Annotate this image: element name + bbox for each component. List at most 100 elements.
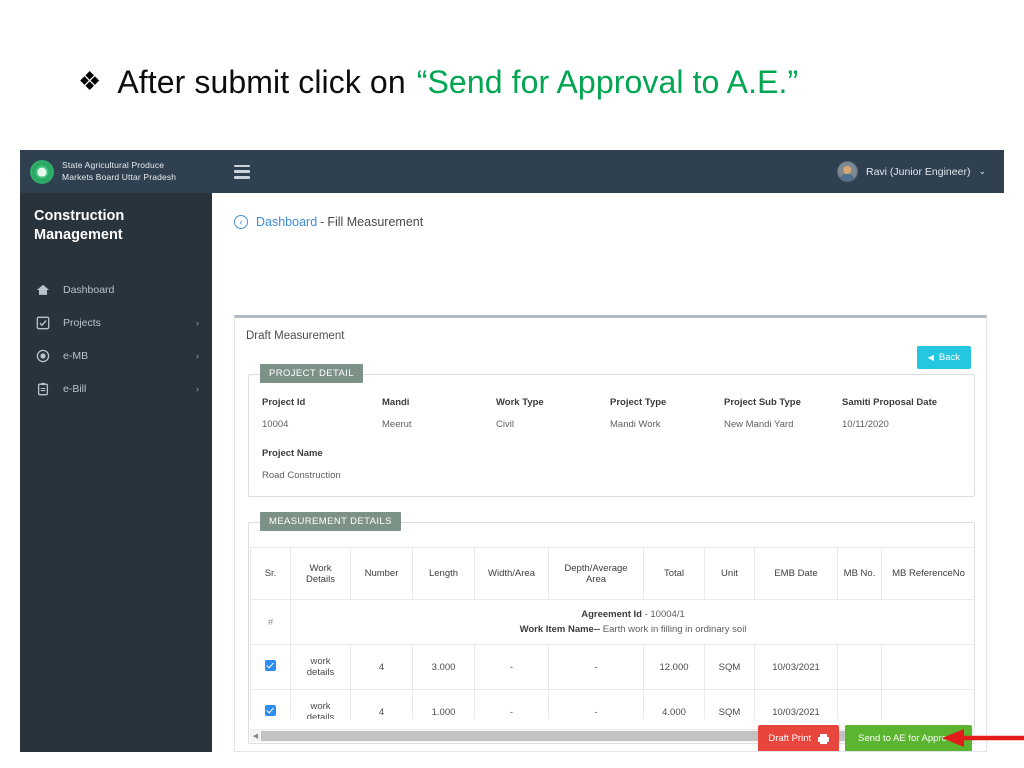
brand-block: State Agricultural Produce Markets Board… bbox=[20, 150, 212, 193]
sidebar-item-dashboard[interactable]: Dashboard bbox=[20, 273, 212, 306]
measurement-table: Sr. Work Details Number Length Width/Are… bbox=[250, 547, 975, 719]
card-title: Draft Measurement bbox=[246, 330, 345, 342]
cell-depth-average-area: - bbox=[548, 689, 644, 719]
row-checkbox-cell[interactable] bbox=[250, 689, 291, 719]
sidebar-title: Construction Management bbox=[20, 207, 212, 245]
draft-measurement-card: Draft Measurement ◀ Back PROJECT DETAIL … bbox=[234, 315, 987, 752]
table-header-row: Sr. Work Details Number Length Width/Are… bbox=[250, 547, 975, 600]
sidebar-item-projects[interactable]: Projects › bbox=[20, 306, 212, 339]
slide-heading: ❖ After submit click on “Send for Approv… bbox=[78, 56, 968, 108]
bullet-icon: ❖ bbox=[78, 66, 102, 96]
table-row: work details 4 3.000 - - 12.000 SQM 10/0… bbox=[250, 644, 975, 690]
application-window: State Agricultural Produce Markets Board… bbox=[20, 150, 1004, 752]
scroll-left-arrow-icon[interactable]: ◀ bbox=[250, 732, 261, 740]
detail-label: Samiti Proposal Date bbox=[842, 397, 938, 408]
detail-value: New Mandi Yard bbox=[724, 419, 794, 430]
chevron-right-icon: › bbox=[196, 317, 199, 328]
cell-number: 4 bbox=[350, 689, 413, 719]
main-content: ‹ Dashboard - Fill Measurement Draft Mea… bbox=[212, 193, 1004, 752]
chevron-right-icon: › bbox=[196, 350, 199, 361]
cell-number: 4 bbox=[350, 644, 413, 690]
sidebar-item-label: Dashboard bbox=[63, 283, 115, 296]
draft-print-button[interactable]: Draft Print bbox=[758, 725, 840, 751]
column-header-width-area: Width/Area bbox=[474, 547, 549, 600]
agreement-id-line: Agreement Id - 10004/1 bbox=[296, 607, 970, 622]
detail-field-project-sub-type: Project Sub Type New Mandi Yard bbox=[724, 397, 842, 430]
sidebar-item-e-bill[interactable]: e-Bill › bbox=[20, 372, 212, 405]
column-header-mb-reference-no: MB ReferenceNo bbox=[881, 547, 975, 600]
hamburger-icon[interactable] bbox=[234, 164, 250, 179]
clipboard-icon bbox=[35, 381, 50, 396]
detail-label: Mandi bbox=[382, 397, 410, 408]
draft-print-label: Draft Print bbox=[768, 733, 812, 744]
cell-depth-average-area: - bbox=[548, 644, 644, 690]
cell-unit: SQM bbox=[704, 689, 755, 719]
sidebar-item-label: e-Bill bbox=[63, 382, 87, 395]
sidebar-item-e-mb[interactable]: e-MB › bbox=[20, 339, 212, 372]
cell-length: 1.000 bbox=[412, 689, 475, 719]
chevron-down-icon: ⌄ bbox=[978, 166, 986, 176]
cell-width-area: - bbox=[474, 644, 549, 690]
work-item-name-line: Work Item Name-- Earth work in filling i… bbox=[296, 622, 970, 637]
back-button[interactable]: ◀ Back bbox=[916, 346, 971, 369]
back-arrow-icon[interactable]: ‹ bbox=[234, 215, 248, 229]
detail-value: Meerut bbox=[382, 419, 412, 430]
column-header-work-details: Work Details bbox=[290, 547, 351, 600]
user-menu[interactable]: Ravi (Junior Engineer) ⌄ bbox=[836, 161, 1004, 182]
column-header-depth-average-area: Depth/Average Area bbox=[548, 547, 644, 600]
sidebar-item-label: Projects bbox=[63, 316, 101, 329]
chevron-right-icon: › bbox=[196, 383, 199, 394]
brand-line-2: Markets Board Uttar Pradesh bbox=[62, 171, 177, 182]
table-row: work details 4 1.000 - - 4.000 SQM 10/03… bbox=[250, 689, 975, 719]
hamburger-bar bbox=[234, 175, 250, 179]
agreement-id-value: - 10004/1 bbox=[644, 609, 685, 620]
agreement-id-label: Agreement Id bbox=[581, 609, 642, 620]
sidebar: Construction Management Dashboard Projec… bbox=[20, 193, 212, 752]
project-detail-legend: PROJECT DETAIL bbox=[260, 364, 363, 383]
work-item-name-value: Earth work in filling in ordinary soil bbox=[602, 624, 747, 635]
detail-value: 10004 bbox=[262, 419, 289, 430]
detail-field-mandi: Mandi Meerut bbox=[382, 397, 496, 430]
circle-dot-icon bbox=[35, 348, 50, 363]
column-header-unit: Unit bbox=[704, 547, 755, 600]
row-checkbox-cell[interactable] bbox=[250, 644, 291, 690]
row-checkbox[interactable] bbox=[265, 705, 276, 716]
cell-mb-reference-no bbox=[881, 689, 975, 719]
cell-mb-reference-no bbox=[881, 644, 975, 690]
work-item-name-label: Work Item Name-- bbox=[519, 624, 601, 635]
group-row-marker: # bbox=[250, 599, 291, 645]
detail-label: Project Sub Type bbox=[724, 397, 801, 408]
cell-unit: SQM bbox=[704, 644, 755, 690]
hash-label: # bbox=[267, 616, 273, 627]
row-checkbox[interactable] bbox=[265, 660, 276, 671]
column-header-emb-date: EMB Date bbox=[754, 547, 838, 600]
column-header-mb-no: MB No. bbox=[837, 547, 882, 600]
measurement-table-wrapper: Sr. Work Details Number Length Width/Are… bbox=[250, 547, 975, 719]
cell-work-details: work details bbox=[290, 689, 351, 719]
table-group-row: # Agreement Id - 10004/1 Work Item Name-… bbox=[250, 599, 975, 645]
detail-field-samiti-proposal-date: Samiti Proposal Date 10/11/2020 bbox=[842, 397, 962, 430]
group-row-details: Agreement Id - 10004/1 Work Item Name-- … bbox=[290, 599, 975, 645]
detail-field-work-type: Work Type Civil bbox=[496, 397, 610, 430]
column-header-sr: Sr. bbox=[250, 547, 291, 600]
sidebar-item-label: e-MB bbox=[63, 349, 89, 362]
send-to-ae-for-approval-button[interactable]: Send to AE for Approval bbox=[845, 725, 972, 751]
cell-length: 3.000 bbox=[412, 644, 475, 690]
measurement-details-legend: MEASUREMENT DETAILS bbox=[260, 512, 401, 531]
project-detail-section: PROJECT DETAIL Project Id 10004 Mandi Me… bbox=[248, 364, 975, 497]
detail-value: 10/11/2020 bbox=[842, 419, 889, 430]
printer-icon bbox=[818, 733, 830, 744]
cell-mb-no bbox=[837, 644, 882, 690]
column-header-total: Total bbox=[643, 547, 705, 600]
detail-value: Road Construction bbox=[262, 470, 341, 481]
detail-label: Project Type bbox=[610, 397, 667, 408]
cell-mb-no bbox=[837, 689, 882, 719]
breadcrumb-link-dashboard[interactable]: Dashboard bbox=[256, 215, 317, 229]
detail-value: Civil bbox=[496, 419, 514, 430]
measurement-details-section: MEASUREMENT DETAILS Sr. Work Details Num… bbox=[248, 512, 975, 744]
heading-text-accent: “Send for Approval to A.E.” bbox=[416, 63, 799, 100]
home-icon bbox=[35, 282, 50, 297]
cell-total: 12.000 bbox=[643, 644, 705, 690]
cell-work-details: work details bbox=[290, 644, 351, 690]
detail-field-project-id: Project Id 10004 bbox=[262, 397, 382, 430]
